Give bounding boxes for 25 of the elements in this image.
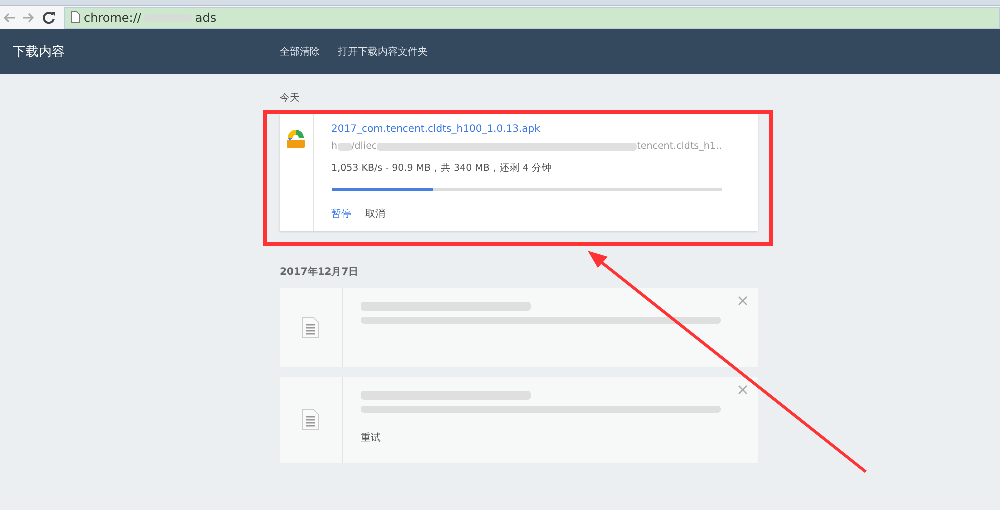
page-title: 下载内容: [13, 44, 66, 60]
url-text: ads: [195, 10, 217, 24]
header-link[interactable]: 全部清除: [280, 44, 320, 58]
reload-icon[interactable]: [42, 10, 56, 24]
action-button[interactable]: 重试: [361, 431, 381, 445]
action-button[interactable]: 暂停: [332, 207, 352, 221]
download-status: 1,053 KB/s - 90.9 MB，共 340 MB，还剩 4 分钟: [332, 162, 552, 175]
action-button[interactable]: 取消: [366, 207, 386, 221]
url-text: chrome://: [84, 10, 142, 24]
blurred-text: [338, 142, 352, 150]
back-icon[interactable]: [4, 12, 16, 22]
url-text: h: [332, 141, 338, 152]
forward-icon[interactable]: [22, 12, 34, 22]
header-link[interactable]: 打开下载内容文件夹: [338, 44, 428, 58]
url-text: tencent.cldts_h1..: [637, 141, 722, 152]
address-bar[interactable]: chrome:// ads: [64, 6, 1000, 28]
url-text: /dliec: [352, 141, 378, 152]
close-icon[interactable]: [738, 385, 750, 397]
date-heading: 今天: [280, 92, 301, 105]
document-icon: [302, 316, 320, 338]
document-icon: [302, 409, 320, 431]
date-heading: 2017年12月7日: [280, 266, 360, 279]
page-icon: [71, 11, 81, 24]
file-name-link[interactable]: 2017_com.tencent.cldts_h100_1.0.13.apk: [332, 124, 540, 135]
close-icon[interactable]: [738, 296, 750, 308]
